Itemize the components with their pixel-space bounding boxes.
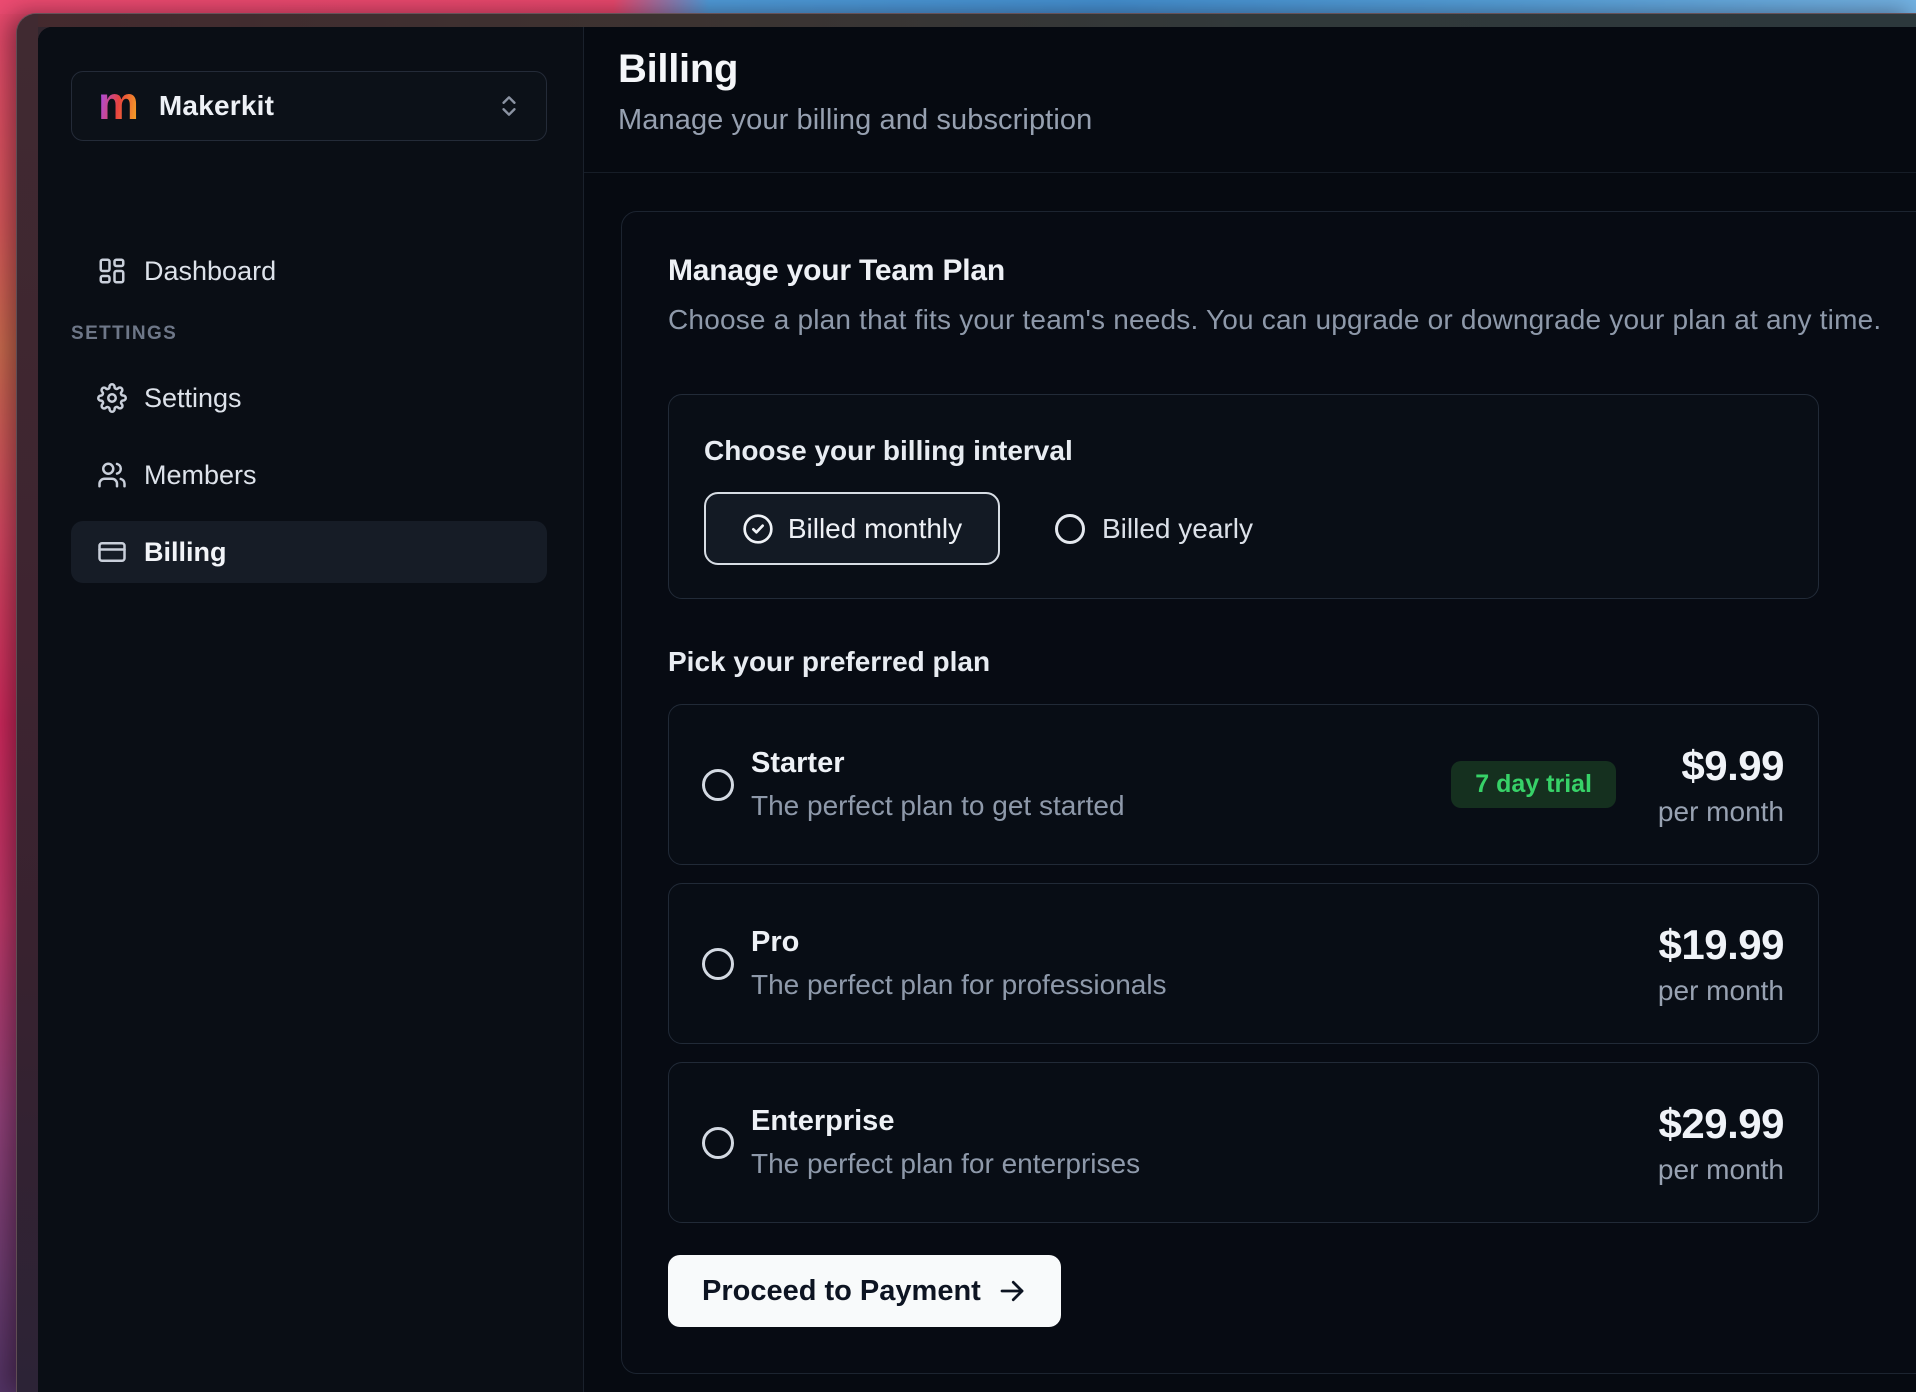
plan-price-block: $19.99 per month	[1654, 921, 1784, 1007]
page-header: Billing Manage your billing and subscrip…	[584, 27, 1916, 173]
window-frame-left	[17, 14, 38, 1392]
plan-period: per month	[1654, 1154, 1784, 1186]
plan-description: The perfect plan for professionals	[751, 969, 1167, 1001]
page-subtitle: Manage your billing and subscription	[618, 104, 1916, 137]
workspace-name: Makerkit	[159, 90, 274, 122]
proceed-to-payment-button[interactable]: Proceed to Payment	[668, 1255, 1061, 1327]
sidebar: m Makerkit	[38, 27, 584, 1392]
sidebar-item-label: Members	[144, 460, 257, 491]
billing-interval-box: Choose your billing interval Billed mont…	[668, 394, 1819, 599]
sidebar-item-label: Billing	[144, 537, 227, 568]
billed-monthly-label: Billed monthly	[788, 513, 962, 545]
app-root: m Makerkit	[38, 27, 1916, 1392]
sidebar-item-settings[interactable]: Settings	[71, 367, 547, 429]
plan-price-block: $29.99 per month	[1654, 1100, 1784, 1186]
main-content: Billing Manage your billing and subscrip…	[584, 27, 1916, 1392]
sidebar-item-label: Dashboard	[144, 256, 276, 287]
team-plan-title: Manage your Team Plan	[668, 254, 1895, 288]
sidebar-item-dashboard[interactable]: Dashboard	[71, 240, 547, 302]
plan-price: $9.99	[1654, 742, 1784, 790]
users-icon	[97, 460, 127, 490]
billed-yearly-option[interactable]: Billed yearly	[1055, 513, 1253, 545]
plan-row-starter[interactable]: Starter The perfect plan to get started …	[668, 704, 1819, 865]
sidebar-item-members[interactable]: Members	[71, 444, 547, 506]
plan-name: Pro	[751, 926, 1167, 959]
billed-monthly-option[interactable]: Billed monthly	[704, 492, 1000, 565]
proceed-to-payment-label: Proceed to Payment	[702, 1275, 981, 1308]
page-title: Billing	[618, 47, 1916, 92]
arrow-right-icon	[997, 1276, 1027, 1306]
plan-name: Enterprise	[751, 1105, 1140, 1138]
dashboard-icon	[97, 256, 127, 286]
plan-name: Starter	[751, 747, 1125, 780]
plan-info: Enterprise The perfect plan for enterpri…	[751, 1105, 1140, 1180]
wallpaper-top-strip	[0, 0, 1916, 14]
desktop-wallpaper: m Makerkit	[0, 0, 1916, 1392]
plan-price-block: $9.99 per month	[1654, 742, 1784, 828]
radio-circle-icon[interactable]	[702, 1127, 734, 1159]
sidebar-section-settings: SETTINGS	[71, 323, 547, 345]
radio-circle-icon[interactable]	[702, 948, 734, 980]
workspace-selector[interactable]: m Makerkit	[71, 71, 547, 141]
sidebar-item-billing[interactable]: Billing	[71, 521, 547, 583]
plan-period: per month	[1654, 975, 1784, 1007]
plan-period: per month	[1654, 796, 1784, 828]
window-frame-top	[17, 14, 1916, 27]
radio-circle-icon	[1055, 514, 1085, 544]
billed-yearly-label: Billed yearly	[1102, 513, 1253, 545]
circle-check-icon	[742, 513, 774, 545]
gear-icon	[97, 383, 127, 413]
team-plan-card: Manage your Team Plan Choose a plan that…	[621, 211, 1916, 1374]
credit-card-icon	[97, 537, 127, 567]
app-window: m Makerkit	[16, 13, 1916, 1392]
team-plan-description: Choose a plan that fits your team's need…	[668, 304, 1895, 336]
sidebar-item-label: Settings	[144, 383, 242, 414]
plan-price: $29.99	[1654, 1100, 1784, 1148]
sidebar-nav: Dashboard SETTINGS Settings	[38, 240, 583, 583]
billing-interval-options: Billed monthly Billed yearly	[704, 492, 1783, 565]
makerkit-logo: m	[98, 80, 139, 126]
chevrons-up-down-icon	[496, 93, 522, 119]
plan-info: Pro The perfect plan for professionals	[751, 926, 1167, 1001]
plan-description: The perfect plan for enterprises	[751, 1148, 1140, 1180]
plan-description: The perfect plan to get started	[751, 790, 1125, 822]
plan-info: Starter The perfect plan to get started	[751, 747, 1125, 822]
pick-plan-label: Pick your preferred plan	[668, 646, 1895, 678]
plan-row-pro[interactable]: Pro The perfect plan for professionals $…	[668, 883, 1819, 1044]
plan-price: $19.99	[1654, 921, 1784, 969]
trial-badge: 7 day trial	[1451, 761, 1616, 808]
radio-circle-icon[interactable]	[702, 769, 734, 801]
billing-interval-label: Choose your billing interval	[704, 435, 1783, 467]
plan-row-enterprise[interactable]: Enterprise The perfect plan for enterpri…	[668, 1062, 1819, 1223]
